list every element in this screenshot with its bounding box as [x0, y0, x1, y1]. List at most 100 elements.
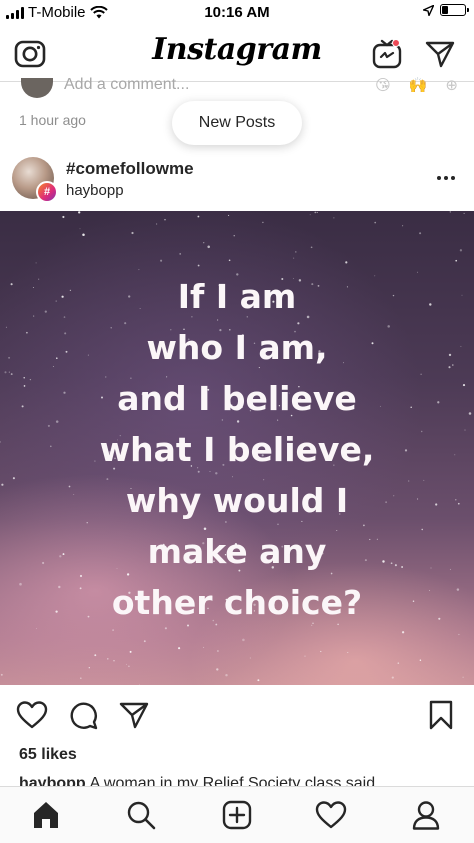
star	[309, 214, 311, 216]
home-icon	[34, 802, 58, 828]
star	[78, 211, 81, 214]
more-icon	[437, 176, 441, 180]
star	[88, 667, 90, 669]
username-link[interactable]: haybopp	[66, 182, 124, 199]
add-comment-input[interactable]: Add a comment...	[64, 76, 189, 94]
star	[178, 647, 181, 650]
star	[228, 259, 231, 262]
post-actions	[0, 696, 474, 736]
star	[310, 246, 313, 249]
tab-activity[interactable]	[313, 797, 349, 833]
star	[107, 658, 109, 660]
star	[203, 242, 205, 244]
direct-message-icon	[425, 41, 455, 68]
star	[207, 245, 210, 249]
star	[462, 676, 464, 678]
comment-button[interactable]	[66, 698, 100, 732]
direct-message-button[interactable]	[422, 36, 458, 72]
status-bar: T-Mobile 10:16 AM	[0, 0, 474, 26]
new-post-icon	[222, 800, 252, 830]
like-button[interactable]	[15, 698, 49, 732]
quote-line: make any	[147, 532, 327, 571]
star	[242, 638, 245, 642]
star	[419, 659, 422, 662]
star	[401, 631, 405, 634]
star	[138, 269, 140, 271]
star	[345, 261, 348, 264]
star	[225, 673, 228, 677]
more-icon-dot	[444, 176, 448, 180]
top-navigation: Instagram	[0, 26, 474, 82]
quick-reactions: 😘 🙌 ⊕	[375, 76, 458, 94]
star	[233, 235, 235, 237]
star	[463, 212, 465, 214]
star	[129, 650, 132, 653]
star	[216, 650, 219, 652]
hashtag-link[interactable]: #comefollowme	[66, 159, 194, 179]
status-time: 10:16 AM	[204, 4, 270, 21]
star	[314, 211, 317, 214]
quote-line: why would I	[125, 481, 349, 520]
star	[131, 231, 134, 235]
star	[94, 654, 97, 657]
star	[295, 251, 297, 253]
share-icon	[119, 702, 149, 729]
star	[35, 262, 37, 264]
star	[397, 662, 400, 664]
battery-level	[442, 6, 448, 14]
star	[128, 665, 130, 668]
tab-profile[interactable]	[408, 797, 444, 833]
star	[458, 633, 460, 636]
heart-icon	[16, 701, 48, 729]
star	[249, 657, 251, 659]
star	[228, 214, 230, 216]
search-icon	[127, 801, 156, 830]
star	[293, 257, 295, 259]
star	[197, 215, 200, 218]
avatar	[21, 78, 53, 98]
star	[304, 655, 306, 657]
star	[164, 219, 166, 221]
comment-icon	[70, 702, 98, 730]
star	[347, 652, 349, 654]
post-timestamp: 1 hour ago	[19, 112, 86, 128]
quote-line: what I believe,	[99, 430, 375, 469]
star	[179, 253, 182, 255]
star	[139, 683, 141, 685]
kiss-emoji-button[interactable]: 😘	[375, 76, 391, 94]
new-posts-button[interactable]: New Posts	[172, 101, 302, 145]
previous-post-comment-row: Add a comment... 😘 🙌 ⊕	[0, 76, 474, 98]
star	[374, 221, 377, 224]
star	[391, 676, 394, 679]
tab-search[interactable]	[123, 797, 159, 833]
star	[125, 663, 127, 665]
quote-line: and I believe	[117, 379, 357, 418]
share-button[interactable]	[117, 698, 151, 732]
star	[112, 629, 114, 631]
star	[197, 264, 200, 267]
star	[160, 259, 163, 262]
quote-line: other choice?	[111, 583, 363, 622]
hashtag-badge-icon: #	[36, 181, 58, 203]
star	[80, 677, 82, 679]
add-reaction-button[interactable]: ⊕	[445, 76, 458, 94]
bottom-tab-bar	[0, 786, 474, 843]
likes-count[interactable]: 65 likes	[19, 746, 77, 764]
star	[333, 217, 335, 219]
igtv-button[interactable]	[369, 36, 405, 72]
status-right	[423, 4, 469, 16]
raised-hands-emoji-button[interactable]: 🙌	[409, 76, 428, 94]
star	[216, 668, 219, 671]
tab-new-post[interactable]	[219, 797, 255, 833]
tab-home[interactable]	[28, 797, 64, 833]
star	[113, 660, 115, 662]
star	[257, 679, 260, 682]
star	[0, 673, 3, 676]
more-options-button[interactable]	[432, 166, 460, 190]
notification-dot	[392, 39, 400, 47]
star	[402, 225, 404, 227]
save-button[interactable]	[424, 698, 458, 732]
profile-icon	[412, 801, 440, 830]
post-image[interactable]: If I am who I am, and I believe what I b…	[0, 211, 474, 685]
star	[449, 211, 451, 213]
